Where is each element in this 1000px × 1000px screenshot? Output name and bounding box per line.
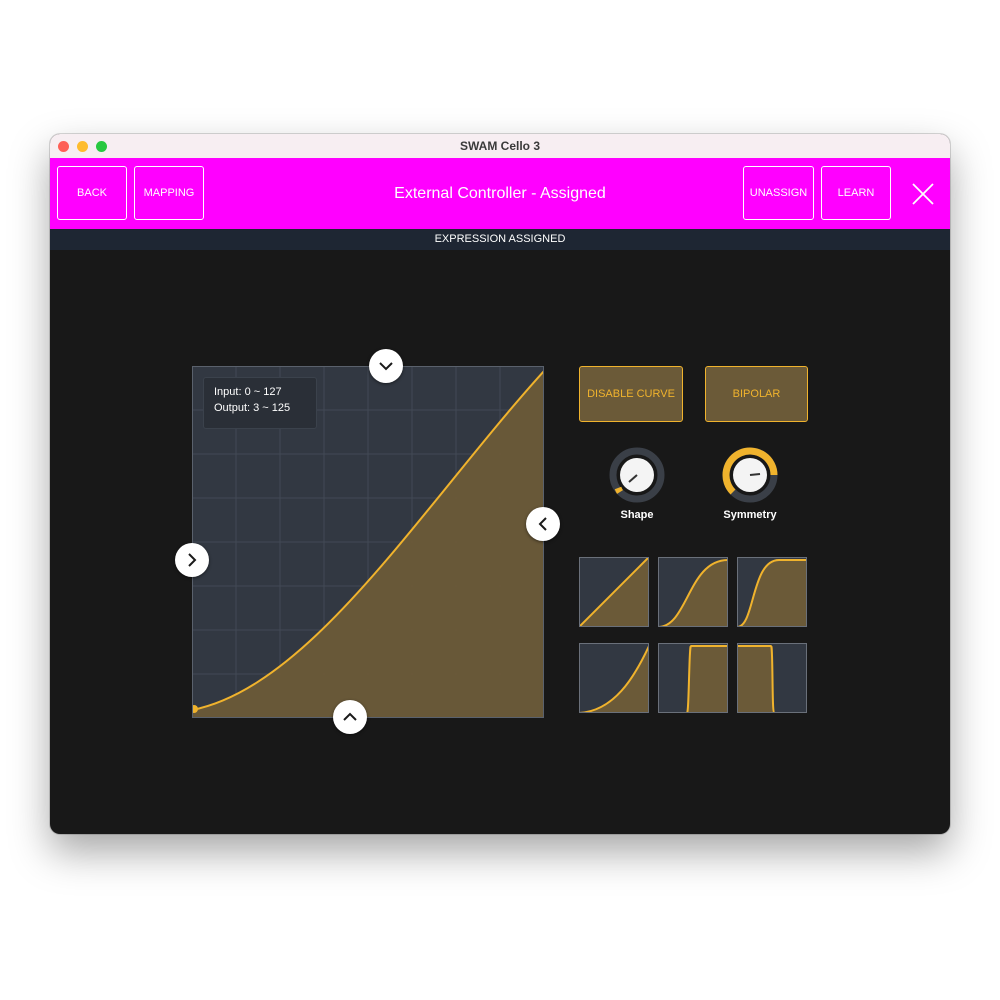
chevron-up-icon[interactable] <box>333 700 367 734</box>
disable-curve-button[interactable]: DISABLE CURVE <box>579 366 683 422</box>
symmetry-knob[interactable] <box>722 447 778 503</box>
output-range-text: Output: 3 ~ 125 <box>214 402 291 414</box>
range-info-box: Input: 0 ~ 127 Output: 3 ~ 125 <box>203 377 317 429</box>
preset-linear[interactable] <box>579 557 649 627</box>
symmetry-label: Symmetry <box>723 509 777 521</box>
back-button[interactable]: BACK <box>57 166 127 220</box>
shape-label: Shape <box>620 509 654 521</box>
chevron-right-icon[interactable] <box>175 543 209 577</box>
shape-knob[interactable] <box>609 447 665 503</box>
chevron-left-icon[interactable] <box>526 507 560 541</box>
bipolar-button[interactable]: BIPOLAR <box>705 366 808 422</box>
preset-step-early[interactable] <box>658 643 728 713</box>
window-title: SWAM Cello 3 <box>459 139 540 153</box>
preset-exponential[interactable] <box>579 643 649 713</box>
mapping-button[interactable]: MAPPING <box>134 166 204 220</box>
plugin-window: SWAM Cello 3 External Controller - Assig… <box>50 134 950 834</box>
unassign-button[interactable]: UNASSIGN <box>743 166 814 220</box>
title-bar: SWAM Cello 3 <box>50 134 950 159</box>
learn-button[interactable]: LEARN <box>821 166 891 220</box>
status-bar: EXPRESSION ASSIGNED <box>50 229 950 250</box>
close-icon[interactable] <box>910 181 936 207</box>
close-window-button[interactable] <box>58 141 69 152</box>
minimize-window-button[interactable] <box>77 141 88 152</box>
maximize-window-button[interactable] <box>96 141 107 152</box>
header-toolbar: External Controller - Assigned BACK MAPP… <box>50 158 950 229</box>
chevron-down-icon[interactable] <box>369 349 403 383</box>
window-controls <box>58 141 107 152</box>
preset-s-curve[interactable] <box>658 557 728 627</box>
preset-step-late[interactable] <box>737 643 807 713</box>
preset-s-curve-early[interactable] <box>737 557 807 627</box>
input-range-text: Input: 0 ~ 127 <box>214 386 282 398</box>
